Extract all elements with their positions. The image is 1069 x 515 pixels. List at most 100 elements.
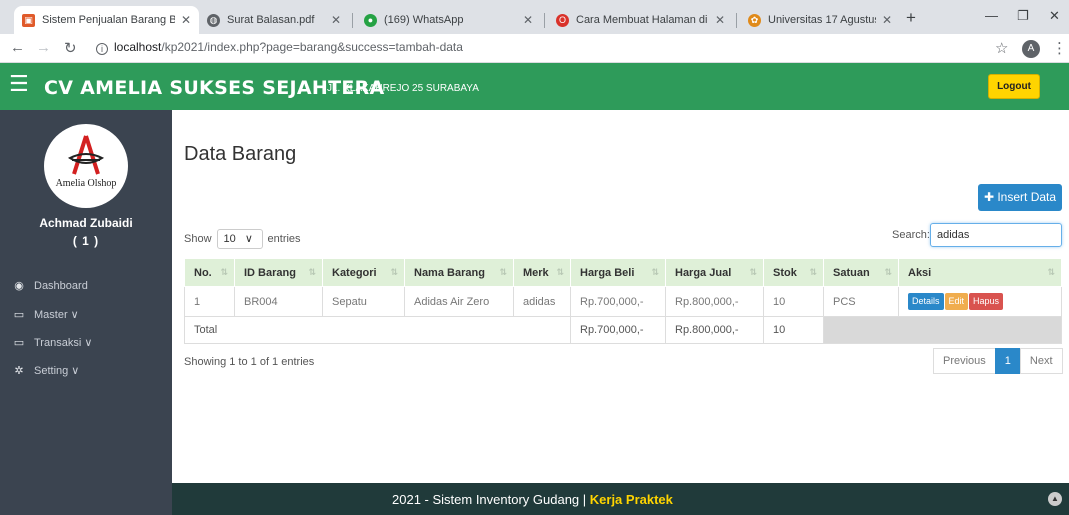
browser-tab[interactable]: ◍ Surat Balasan.pdf ✕ [199, 6, 349, 34]
pagination: Previous 1 Next [933, 348, 1063, 374]
tab-title: Cara Membuat Halaman di Wo [576, 14, 709, 26]
column-header[interactable]: Aksi ⇅ [898, 258, 1062, 287]
app-header: ☰ CV AMELIA SUKSES SEJAHTERA JL. KLAKAHR… [0, 63, 1069, 110]
sidebar-item-label: Dashboard [34, 279, 88, 292]
next-button[interactable]: Next [1019, 348, 1063, 374]
close-icon[interactable]: ✕ [331, 13, 341, 27]
details-button[interactable]: Details [908, 293, 944, 310]
globe-icon: ◍ [207, 13, 220, 27]
main-content: Data Barang ✚ Insert Data Show 10 ∨ entr… [172, 110, 1069, 483]
sort-icon: ⇅ [749, 267, 757, 277]
cell-harga-beli: Rp.700,000,- [570, 286, 666, 317]
profile-avatar[interactable]: A [1022, 40, 1040, 58]
new-tab-icon[interactable]: + [906, 8, 916, 28]
column-header[interactable]: Satuan ⇅ [823, 258, 899, 287]
url-field[interactable]: i localhost/kp2021/index.php?page=barang&… [96, 40, 463, 55]
app-icon: ▣ [22, 13, 35, 27]
url-host: localhost [114, 40, 162, 54]
sort-icon: ⇅ [809, 267, 817, 277]
total-harga-beli: Rp.700,000,- [570, 316, 666, 344]
scroll-top-icon[interactable]: ▲ [1048, 492, 1062, 506]
browser-tab[interactable]: O Cara Membuat Halaman di Wo ✕ [548, 6, 733, 34]
back-icon[interactable]: ← [10, 39, 25, 56]
sort-icon: ⇅ [220, 267, 228, 277]
total-label: Total [184, 316, 571, 344]
minimize-icon[interactable]: — [985, 8, 998, 23]
monitor-icon: ▭ [13, 309, 25, 321]
column-header[interactable]: ID Barang ⇅ [234, 258, 323, 287]
sidebar: Amelia Olshop Achmad Zubaidi ( 1 ) ◉ Das… [0, 110, 172, 515]
university-icon: ✿ [748, 13, 761, 27]
footer-copyright: 2021 - Sistem Inventory Gudang | [392, 492, 590, 507]
info-icon[interactable]: i [96, 43, 108, 55]
cell-merk: adidas [513, 286, 571, 317]
sidebar-item-transaksi[interactable]: ▭ Transaksi ∨ [12, 336, 93, 349]
url-path: /kp2021/index.php?page=barang&success=ta… [161, 40, 463, 54]
total-harga-jual: Rp.800,000,- [665, 316, 764, 344]
column-header[interactable]: No. ⇅ [184, 258, 235, 287]
column-header[interactable]: Harga Beli ⇅ [570, 258, 666, 287]
entries-select[interactable]: 10 ∨ [216, 229, 263, 249]
page-1-button[interactable]: 1 [994, 348, 1021, 374]
browser-tab[interactable]: ● (169) WhatsApp ✕ [356, 6, 541, 34]
column-header[interactable]: Kategori ⇅ [322, 258, 405, 287]
plus-icon: ✚ [983, 190, 994, 204]
previous-button[interactable]: Previous [933, 348, 996, 374]
sort-icon: ⇅ [308, 267, 316, 277]
footer-highlight: Kerja Praktek [589, 492, 673, 507]
entries-value: 10 [223, 233, 236, 245]
logout-button[interactable]: Logout [988, 74, 1040, 99]
browser-tab[interactable]: ✿ Universitas 17 Agustus 1945 S ✕ [740, 6, 900, 34]
table-header-row: No. ⇅ ID Barang ⇅ Kategori ⇅ Nama Barang ⇅ M… [184, 258, 1062, 287]
close-icon[interactable]: ✕ [715, 13, 725, 27]
column-header[interactable]: Nama Barang ⇅ [404, 258, 514, 287]
table-info: Showing 1 to 1 of 1 entries [184, 356, 315, 368]
reload-icon[interactable]: ↻ [64, 39, 77, 57]
tab-title: Surat Balasan.pdf [227, 14, 315, 26]
search-label: Search: [892, 229, 930, 241]
entries-label: entries [267, 233, 301, 245]
table-total-row: Total Rp.700,000,- Rp.800,000,- 10 [184, 316, 1062, 344]
close-icon[interactable]: ✕ [882, 13, 892, 27]
column-header[interactable]: Harga Jual ⇅ [665, 258, 764, 287]
sidebar-item-setting[interactable]: ✲ Setting ∨ [12, 364, 79, 377]
sort-icon: ⇅ [651, 267, 659, 277]
entries-length-control: Show 10 ∨ entries [184, 229, 301, 249]
footer: 2021 - Sistem Inventory Gudang | Kerja P… [172, 483, 1069, 515]
cell-stok: 10 [763, 286, 824, 317]
sidebar-item-master[interactable]: ▭ Master ∨ [12, 308, 79, 321]
close-icon[interactable]: ✕ [523, 13, 533, 27]
cell-id: BR004 [234, 286, 323, 317]
sort-icon: ⇅ [499, 267, 507, 277]
sidebar-item-label: Setting ∨ [34, 365, 80, 377]
logo-text: Amelia Olshop [56, 178, 117, 189]
company-address: JL. KLAKAHREJO 25 SURABAYA [327, 83, 479, 94]
gear-icon: ✲ [14, 365, 24, 377]
insert-data-label: Insert Data [997, 190, 1057, 204]
column-header[interactable]: Merk ⇅ [513, 258, 571, 287]
browser-menu-icon[interactable]: ⋮ [1052, 39, 1067, 57]
browser-tab-active[interactable]: ▣ Sistem Penjualan Barang Berb ✕ [14, 6, 199, 34]
user-name: Achmad Zubaidi [39, 216, 133, 230]
edit-button[interactable]: Edit [944, 293, 969, 310]
column-header[interactable]: Stok ⇅ [763, 258, 824, 287]
cell-satuan: PCS [823, 286, 899, 317]
total-stok: 10 [763, 316, 824, 344]
browser-tab-bar: ▣ Sistem Penjualan Barang Berb ✕ ◍ Surat… [0, 0, 1069, 34]
insert-data-button[interactable]: ✚ Insert Data [978, 184, 1062, 211]
search-input[interactable]: adidas [930, 223, 1062, 247]
close-icon[interactable]: ✕ [181, 13, 191, 27]
bookmark-star-icon[interactable]: ☆ [995, 39, 1008, 57]
window-close-icon[interactable]: ✕ [1049, 8, 1060, 24]
page-title: Data Barang [184, 143, 297, 165]
maximize-icon[interactable]: ❐ [1017, 8, 1029, 24]
forward-icon[interactable]: → [36, 39, 51, 56]
cell-aksi: Details Edit Hapus [898, 286, 1062, 317]
cell-no: 1 [184, 286, 235, 317]
cell-nama: Adidas Air Zero [404, 286, 514, 317]
monitor-icon: ▭ [13, 337, 25, 349]
sidebar-item-dashboard[interactable]: ◉ Dashboard [12, 279, 88, 293]
hamburger-menu-icon[interactable]: ☰ [9, 73, 29, 95]
delete-button[interactable]: Hapus [969, 293, 1004, 310]
data-table: No. ⇅ ID Barang ⇅ Kategori ⇅ Nama Barang ⇅ M… [184, 258, 1062, 344]
